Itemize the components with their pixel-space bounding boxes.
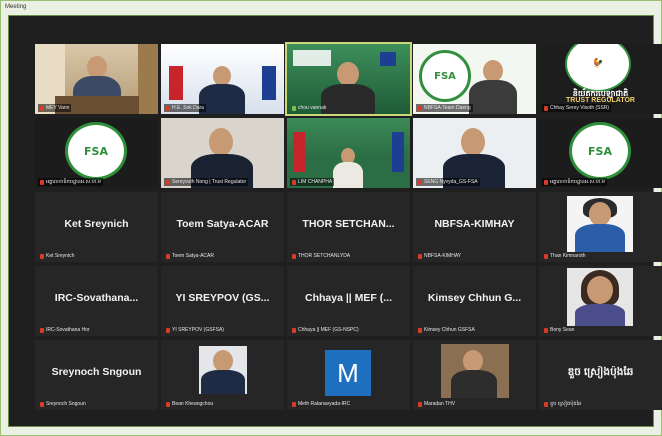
participant-name: Sereyvuth Nong | Trust Regulator (164, 178, 249, 186)
mic-muted-icon (544, 179, 548, 185)
participant-tile[interactable]: YI SREYPOV (GS... YI SREYPOV (GSFSA) (161, 266, 284, 336)
participant-name: H.E. Sok Dara (164, 104, 206, 112)
meeting-window: Meeting MEY Vann H.E. Sok Dara chou vann… (0, 0, 662, 436)
fsa-logo-icon: FSA (65, 122, 127, 180)
mic-muted-icon (40, 401, 44, 407)
participant-tile[interactable]: LIM CHANPHA (287, 118, 410, 188)
participant-tile[interactable]: FSA NBFSA-Team Daeng (413, 44, 536, 114)
mic-muted-icon (40, 253, 44, 259)
participant-tile[interactable]: FSA អគ្គលេខាធិការដ្ឋានអ.ស.ហ.ម (539, 118, 662, 188)
brand-latin-name: TRUST REGULATOR (566, 97, 635, 104)
participant-name: IRC-Sovathana Hor (38, 326, 92, 334)
participant-tile[interactable]: Sreynoch Sngoun Sreynoch Sngoun (35, 340, 158, 410)
participant-name: Maradan THV (416, 400, 457, 408)
participant-tile[interactable]: NBFSA-KIMHAY NBFSA-KIMHAY (413, 192, 536, 262)
fsa-logo-icon: FSA (419, 50, 471, 102)
participant-display-name: IRC-Sovathana... (54, 292, 139, 304)
participant-tile[interactable]: Chhaya || MEF (... Chhaya || MEF (GS-NSP… (287, 266, 410, 336)
participant-name: Bony Sean (542, 326, 576, 334)
participant-name: Chhaya || MEF (GS-NSPC) (290, 326, 361, 334)
participant-tile[interactable]: ឌួច ស្រៀងប៉ុងឆៃ ឌួច ស្រៀងប៉ុងឆៃ (539, 340, 662, 410)
participant-tile[interactable]: 🐓 និយ័តករបេឡាជាតិ TRUST REGULATOR Chhay … (539, 44, 662, 114)
participant-tile[interactable]: Kimsey Chhun G... Kimsey Chhun GSFSA (413, 266, 536, 336)
participant-tile[interactable]: SENG Nyvyda_GS-FSA (413, 118, 536, 188)
mic-muted-icon (544, 253, 548, 259)
mic-muted-icon (292, 253, 296, 259)
participant-name: THOR SETCHANLYDA (290, 252, 352, 260)
participant-tile[interactable]: Sereyvuth Nong | Trust Regulator (161, 118, 284, 188)
participant-name: LIM CHANPHA (290, 178, 335, 186)
mic-muted-icon (166, 401, 170, 407)
mic-muted-icon (418, 179, 422, 185)
participant-display-name: Toem Satya-ACAR (176, 218, 269, 230)
participant-name: Sreynoch Sngoun (38, 400, 88, 408)
participant-name: chou vannak (290, 104, 328, 112)
mic-muted-icon (166, 179, 170, 185)
participant-tile[interactable]: Ket Sreynich Ket Sreynich (35, 192, 158, 262)
mic-muted-icon (166, 253, 170, 259)
participant-name: អគ្គលេខាធិការដ្ឋានអ.ស.ហ.ម (38, 178, 103, 186)
participant-name: YI SREYPOV (GSFSA) (164, 326, 226, 334)
participant-display-name: NBFSA-KIMHAY (434, 218, 515, 230)
mic-muted-icon (544, 401, 548, 407)
mic-muted-icon (292, 401, 296, 407)
participant-tile[interactable]: THOR SETCHAN... THOR SETCHANLYDA (287, 192, 410, 262)
participant-name: Toem Satya-ACAR (164, 252, 216, 260)
participant-display-name: ឌួច ស្រៀងប៉ុងឆៃ (567, 366, 634, 378)
mic-muted-icon (418, 105, 422, 111)
participant-name: Ket Sreynich (38, 252, 76, 260)
mic-muted-icon (418, 327, 422, 333)
video-grid: MEY Vann H.E. Sok Dara chou vannak FSA N… (8, 15, 662, 427)
participant-name: Bean Kheangchou (164, 400, 215, 408)
participant-display-name: Ket Sreynich (64, 218, 129, 230)
mic-muted-icon (40, 179, 44, 185)
participant-tile[interactable]: Maradan THV (413, 340, 536, 410)
participant-tile[interactable]: MEY Vann (35, 44, 158, 114)
mic-muted-icon (166, 327, 170, 333)
mic-muted-icon (544, 105, 548, 111)
participant-name: SENG Nyvyda_GS-FSA (416, 178, 480, 186)
participant-tile[interactable]: Than Kimnaroth (539, 192, 662, 262)
participant-tile[interactable]: Toem Satya-ACAR Toem Satya-ACAR (161, 192, 284, 262)
participant-display-name: Kimsey Chhun G... (427, 292, 522, 304)
participant-display-name: THOR SETCHAN... (302, 218, 395, 230)
participant-name: Kimsey Chhun GSFSA (416, 326, 477, 334)
participant-display-name: YI SREYPOV (GS... (175, 292, 270, 304)
mic-muted-icon (292, 179, 296, 185)
participant-tile[interactable]: Bean Kheangchou (161, 340, 284, 410)
participant-name: Meth Ratanavyada-IRC (290, 400, 352, 408)
participant-display-name: Chhaya || MEF (... (305, 292, 392, 304)
mic-muted-icon (418, 401, 422, 407)
participant-tile[interactable]: Bony Sean (539, 266, 662, 336)
mic-muted-icon (418, 253, 422, 259)
participant-name: NBFSA-Team Daeng (416, 104, 473, 112)
mic-muted-icon (166, 105, 170, 111)
participant-name: អគ្គលេខាធិការដ្ឋានអ.ស.ហ.ម (542, 178, 607, 186)
mic-muted-icon (40, 105, 44, 111)
participant-tile[interactable]: M Meth Ratanavyada-IRC (287, 340, 410, 410)
participant-name: Than Kimnaroth (542, 252, 588, 260)
mic-muted-icon (544, 327, 548, 333)
mic-muted-icon (292, 327, 296, 333)
avatar-initial: M (325, 350, 371, 396)
participant-name: ឌួច ស្រៀងប៉ុងឆៃ (542, 400, 583, 408)
participant-tile[interactable]: H.E. Sok Dara (161, 44, 284, 114)
participant-tile-active-speaker[interactable]: chou vannak (285, 42, 412, 116)
participant-tile[interactable]: FSA អគ្គលេខាធិការដ្ឋានអ.ស.ហ.ម (35, 118, 158, 188)
participant-display-name: Sreynoch Sngoun (51, 366, 142, 378)
participant-name: MEY Vann (38, 104, 72, 112)
mic-muted-icon (40, 327, 44, 333)
fsa-logo-icon: FSA (569, 122, 631, 180)
mic-on-icon (292, 105, 296, 111)
participant-tile[interactable]: IRC-Sovathana... IRC-Sovathana Hor (35, 266, 158, 336)
trust-regulator-logo-icon: 🐓 (565, 44, 631, 92)
participant-name: Chhay Serey Visoth (SSR) (542, 104, 612, 112)
window-title: Meeting (1, 1, 661, 13)
participant-name: NBFSA-KIMHAY (416, 252, 463, 260)
